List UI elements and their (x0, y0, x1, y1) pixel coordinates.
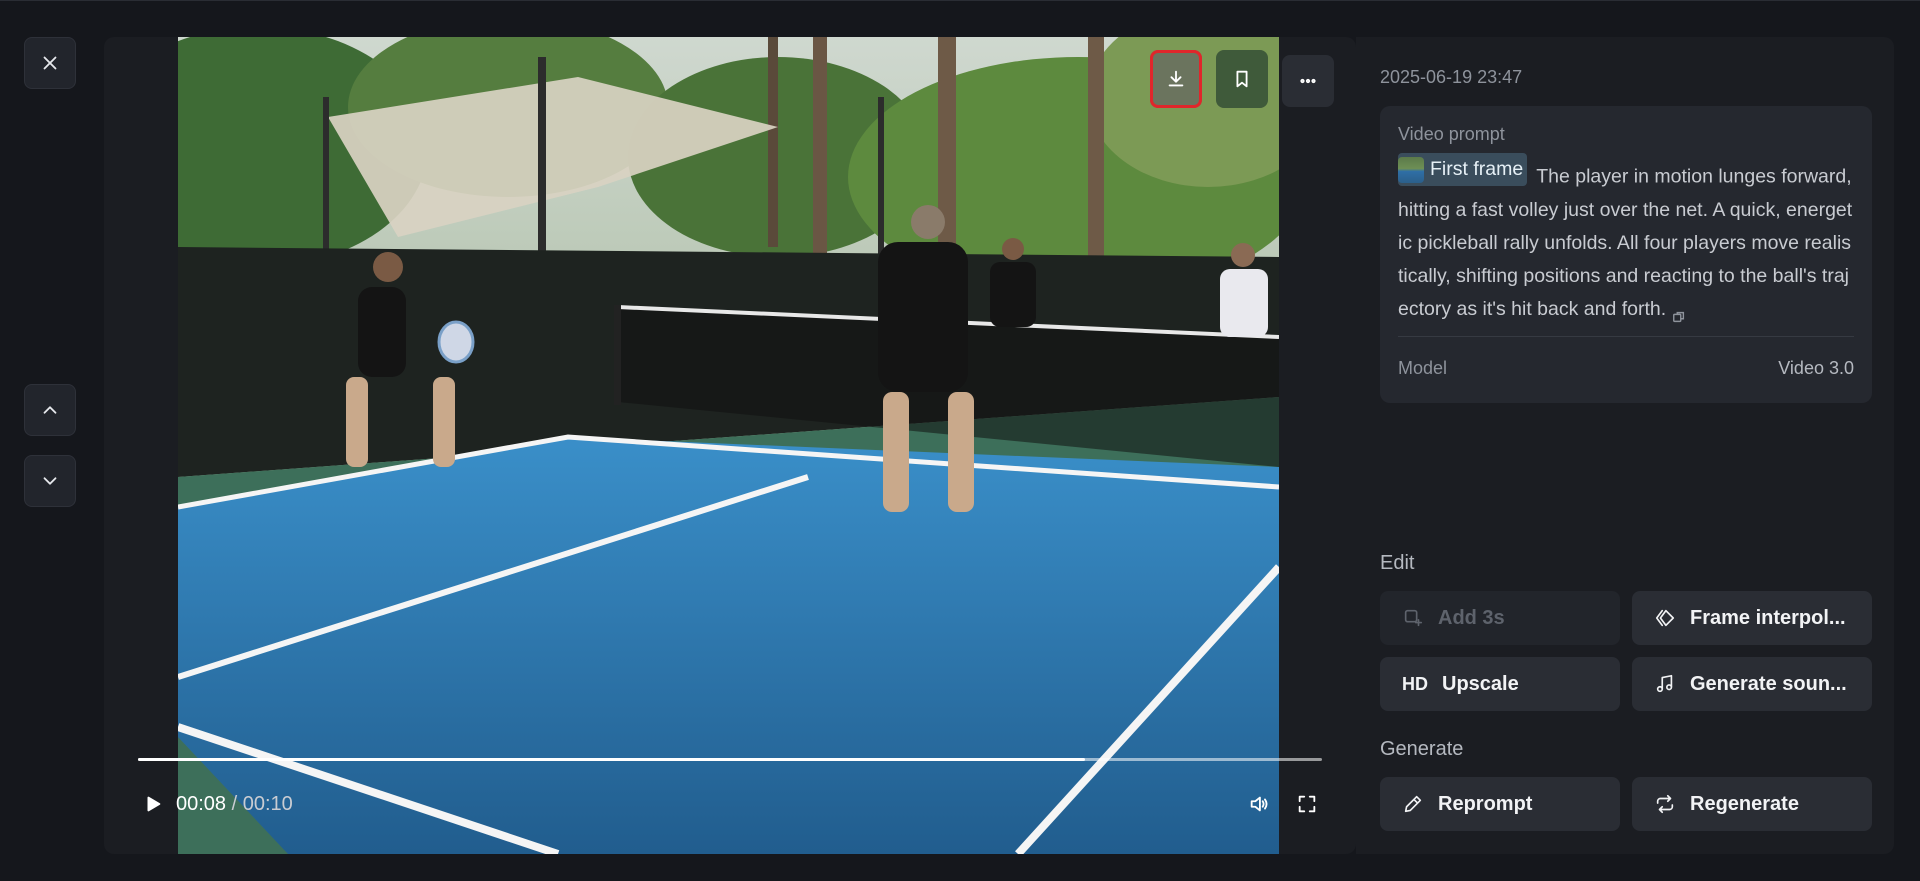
repeat-icon (1656, 794, 1674, 814)
model-value: Video 3.0 (1778, 358, 1854, 378)
time-separator: / (226, 792, 243, 815)
fullscreen-button[interactable] (1292, 789, 1322, 819)
generate-sound-button[interactable]: Generate soun... (1632, 657, 1872, 711)
prompt-text-block[interactable]: First frame The player in motion lunges … (1398, 153, 1854, 326)
download-button[interactable] (1150, 50, 1202, 108)
bookmark-icon (1236, 70, 1248, 88)
bookmark-button[interactable] (1216, 50, 1268, 108)
upscale-label: Upscale (1442, 672, 1519, 695)
chevron-up-icon (43, 406, 57, 414)
reprompt-button[interactable]: Reprompt (1380, 777, 1620, 831)
video-stage: 00:08 / 00:10 (104, 37, 1356, 854)
music-note-icon (1656, 674, 1673, 693)
play-button[interactable] (138, 789, 168, 819)
regenerate-button[interactable]: Regenerate (1632, 777, 1872, 831)
prompt-card: Video prompt First frame The player in m… (1380, 106, 1872, 403)
prompt-text: The player in motion lunges forward, hit… (1398, 165, 1853, 320)
duration: 00:10 (242, 792, 293, 815)
frame-interpolation-label: Frame interpol... (1690, 606, 1846, 629)
first-frame-chip[interactable]: First frame (1398, 153, 1528, 186)
model-label: Model (1398, 358, 1448, 378)
previous-button[interactable] (24, 384, 76, 436)
more-options-button[interactable] (1282, 55, 1334, 107)
add-clip-icon (1404, 609, 1423, 627)
more-horizontal-icon (1300, 78, 1316, 84)
close-button[interactable] (24, 37, 76, 89)
top-divider (0, 0, 1920, 1)
add-3s-label: Add 3s (1438, 606, 1505, 629)
diamond-icon (1655, 609, 1675, 627)
download-icon (1168, 70, 1184, 87)
current-time: 00:08 (176, 792, 227, 815)
prompt-divider (1398, 336, 1854, 337)
play-icon (147, 796, 161, 812)
copy-icon (1673, 312, 1685, 323)
progress-bar[interactable] (138, 758, 1322, 761)
timestamp: 2025-06-19 23:47 (1380, 67, 1523, 87)
video-frame[interactable] (178, 37, 1279, 854)
regenerate-label: Regenerate (1690, 792, 1799, 815)
copy-button[interactable] (1672, 302, 1686, 323)
frame-interpolation-button[interactable]: Frame interpol... (1632, 591, 1872, 645)
edit-section-label: Edit (1380, 552, 1415, 574)
progress-fill (138, 758, 1086, 761)
pencil-icon (1404, 795, 1422, 813)
details-panel: 2025-06-19 23:47 Video prompt First fram… (1356, 37, 1894, 854)
volume-button[interactable] (1244, 789, 1274, 819)
chevron-down-icon (43, 477, 57, 485)
hd-icon: HD (1402, 673, 1428, 694)
generate-sound-label: Generate soun... (1690, 672, 1847, 695)
add-3s-button[interactable]: Add 3s (1380, 591, 1620, 645)
time-display: 00:08 / 00:10 (176, 793, 293, 816)
volume-icon (1250, 796, 1268, 812)
pickleball-scene-image (178, 37, 1279, 854)
first-frame-thumbnail (1398, 156, 1424, 183)
upscale-button[interactable]: HD Upscale (1380, 657, 1620, 711)
first-frame-label: First frame (1430, 158, 1524, 180)
next-button[interactable] (24, 455, 76, 507)
reprompt-label: Reprompt (1438, 792, 1533, 815)
prompt-label: Video prompt (1398, 124, 1505, 144)
generate-section-label: Generate (1380, 738, 1464, 760)
fullscreen-icon (1298, 795, 1316, 813)
close-icon (43, 56, 57, 70)
player-controls: 00:08 / 00:10 (138, 787, 1322, 821)
model-row: Model Video 3.0 (1398, 358, 1854, 379)
